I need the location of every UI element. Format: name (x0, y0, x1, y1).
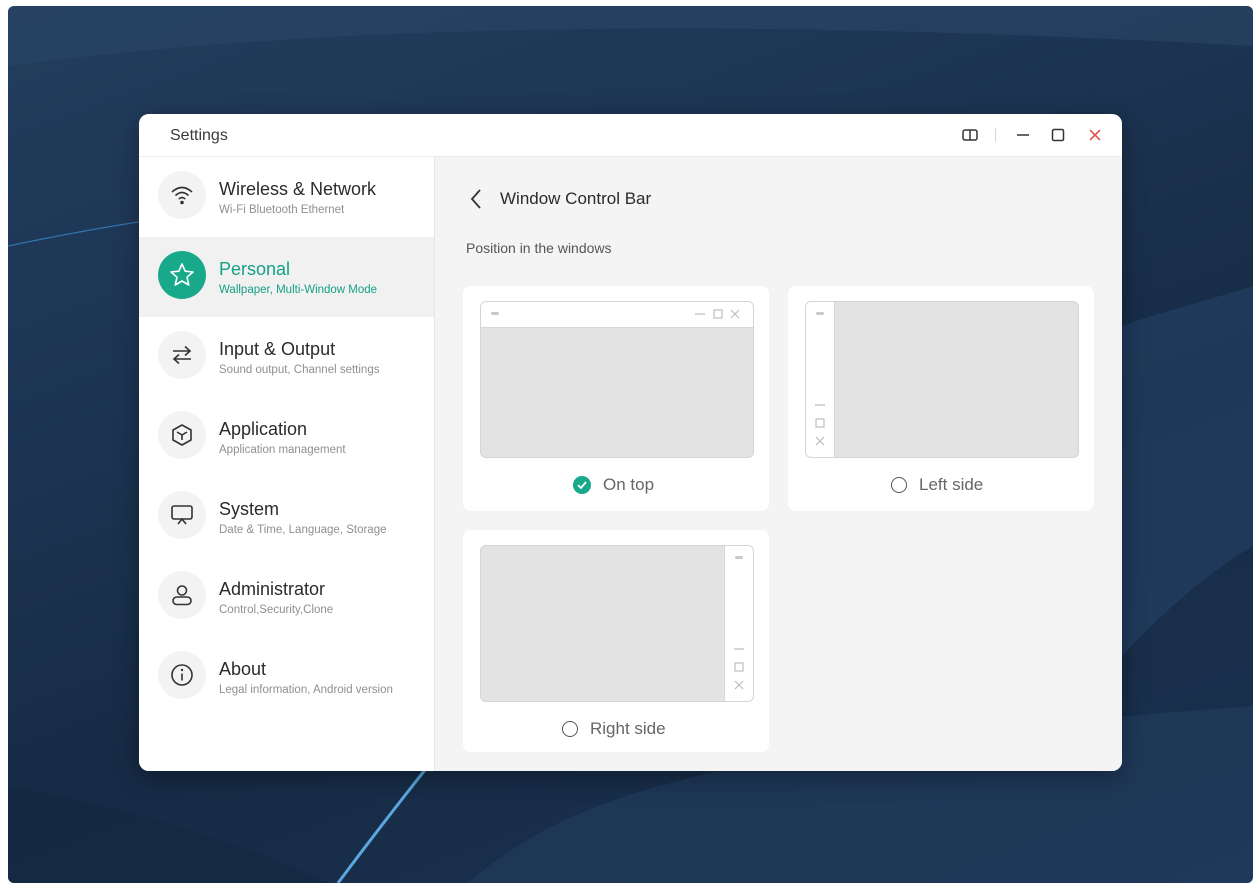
preview-window-controls-icon (734, 648, 744, 690)
sidebar-item-input-output[interactable]: Input & Output Sound output, Channel set… (139, 317, 434, 397)
page-title: Window Control Bar (500, 189, 652, 208)
option-card-on-top[interactable]: On top (463, 286, 769, 511)
back-arrow-icon[interactable] (467, 187, 487, 211)
sidebar-item-title: Input & Output (219, 339, 336, 359)
preview-handle (735, 556, 743, 559)
star-icon (158, 251, 206, 299)
sidebar-item-system[interactable]: System Date & Time, Language, Storage (139, 477, 434, 557)
preview-top-bar (480, 301, 754, 458)
wifi-icon (158, 171, 206, 219)
user-icon (158, 571, 206, 619)
split-view-icon[interactable] (961, 126, 979, 144)
settings-content: Window Control Bar Position in the windo… (435, 157, 1122, 771)
preview-control-bar (806, 302, 835, 457)
maximize-icon[interactable] (1049, 126, 1067, 144)
selected-check-icon[interactable] (573, 476, 591, 494)
preview-control-bar (481, 302, 753, 328)
sidebar-item-title: System (219, 499, 280, 519)
on-top-option[interactable]: On top (573, 473, 654, 497)
sidebar-item-title: Personal (219, 259, 291, 279)
preview-handle (491, 312, 499, 315)
right-side-option[interactable]: Right side (562, 717, 666, 741)
minimize-icon[interactable] (1014, 126, 1032, 144)
option-card-left-side[interactable]: Left side (788, 286, 1094, 511)
title-bar: Settings (139, 114, 1122, 157)
sidebar-item-subtitle: Wi-Fi Bluetooth Ethernet (219, 204, 345, 216)
sidebar-item-title: Application (219, 419, 308, 439)
sidebar-item-title: Administrator (219, 579, 326, 599)
close-icon[interactable] (1086, 126, 1104, 144)
preview-window-controls-icon (815, 404, 825, 446)
section-label: Position in the windows (466, 240, 612, 256)
preview-window-controls-icon (695, 309, 740, 319)
sidebar-item-subtitle: Legal information, Android version (219, 684, 393, 696)
sidebar-item-title: Wireless & Network (219, 179, 377, 199)
option-label: Left side (919, 475, 984, 494)
sidebar-item-subtitle: Sound output, Channel settings (219, 364, 380, 376)
settings-sidebar: Wireless & Network Wi-Fi Bluetooth Ether… (139, 157, 435, 771)
sidebar-item-title: About (219, 659, 267, 679)
radio-button[interactable] (562, 721, 578, 737)
sidebar-item-about[interactable]: About Legal information, Android version (139, 637, 434, 717)
info-icon (158, 651, 206, 699)
preview-control-bar (724, 546, 753, 701)
sidebar-item-subtitle: Application management (219, 444, 346, 456)
preview-right-bar (480, 545, 754, 702)
radio-button[interactable] (891, 477, 907, 493)
window-title: Settings (170, 127, 228, 144)
titlebar-separator (995, 128, 996, 142)
sidebar-item-wireless-network[interactable]: Wireless & Network Wi-Fi Bluetooth Ether… (139, 157, 434, 237)
preview-handle (816, 312, 824, 315)
sidebar-item-administrator[interactable]: Administrator Control,Security,Clone (139, 557, 434, 637)
sidebar-item-application[interactable]: Application Application management (139, 397, 434, 477)
option-label: On top (603, 475, 655, 494)
sidebar-item-subtitle: Date & Time, Language, Storage (219, 524, 387, 536)
option-label: Right side (590, 719, 666, 738)
cube-icon (158, 411, 206, 459)
swap-arrows-icon (158, 331, 206, 379)
option-card-right-side[interactable]: Right side (463, 530, 769, 752)
settings-window: Settings Wireless & Network Wi-Fi Blueto… (139, 114, 1122, 771)
sidebar-item-personal[interactable]: Personal Wallpaper, Multi-Window Mode (139, 237, 434, 317)
sidebar-item-subtitle: Wallpaper, Multi-Window Mode (219, 284, 378, 296)
sidebar-item-subtitle: Control,Security,Clone (219, 604, 334, 616)
left-side-option[interactable]: Left side (891, 473, 983, 497)
presentation-icon (158, 491, 206, 539)
preview-left-bar (805, 301, 1079, 458)
